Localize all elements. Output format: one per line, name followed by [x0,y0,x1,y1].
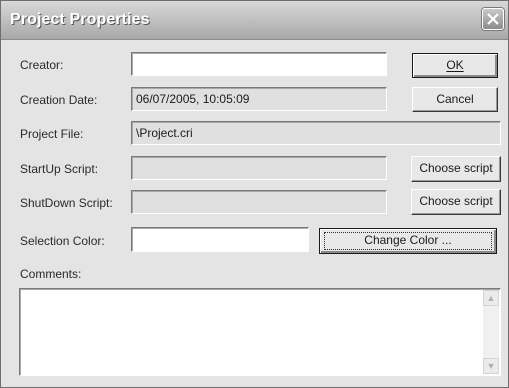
choose-startup-script-label: Choose script [419,161,493,175]
change-color-button[interactable]: Change Color ... [319,228,497,254]
creator-field[interactable] [131,52,387,76]
creation-date-field: 06/07/2005, 10:05:09 [131,87,387,111]
close-button[interactable] [482,8,504,30]
shutdown-script-label: ShutDown Script: [20,196,113,210]
close-icon [487,13,499,25]
choose-shutdown-script-label: Choose script [419,194,493,208]
project-properties-dialog: Project Properties Creator: Creation Dat… [0,0,509,388]
choose-startup-script-button[interactable]: Choose script [411,156,501,182]
cancel-button[interactable]: Cancel [412,87,498,112]
choose-shutdown-script-button[interactable]: Choose script [411,189,501,215]
comments-textarea[interactable]: ▲ ▼ [19,288,501,376]
comments-label: Comments: [20,267,82,281]
startup-script-field [131,156,387,180]
selection-color-label: Selection Color: [20,234,105,248]
shutdown-script-field [131,190,387,214]
ok-button-label: OK [446,58,464,72]
selection-color-swatch [131,227,309,252]
startup-script-label: StartUp Script: [20,162,99,176]
focus-ring [324,232,492,250]
comments-scrollbar[interactable]: ▲ ▼ [483,290,499,374]
creator-label: Creator: [20,58,64,72]
cancel-button-label: Cancel [436,92,474,106]
dialog-title: Project Properties [10,11,150,28]
project-file-label: Project File: [20,127,84,141]
ok-button[interactable]: OK [412,53,498,78]
scroll-down-icon[interactable]: ▼ [483,358,499,374]
creation-date-label: Creation Date: [20,93,98,107]
title-bar[interactable]: Project Properties [1,1,508,40]
project-file-field: \Project.cri [131,121,501,145]
scroll-up-icon[interactable]: ▲ [483,290,499,306]
